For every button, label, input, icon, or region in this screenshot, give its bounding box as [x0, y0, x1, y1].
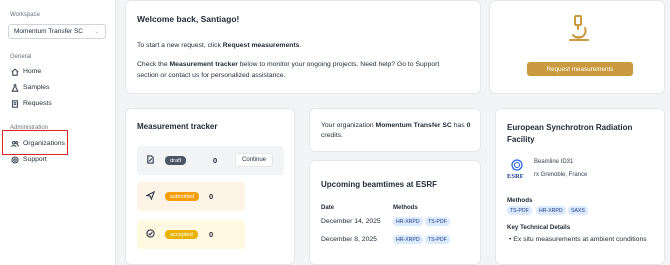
esrf-logo: ESRF: [507, 158, 527, 180]
beamtimes-card: Upcoming beamtimes at ESRF Date Methods …: [309, 160, 481, 265]
sidebar-item-requests[interactable]: Requests: [8, 97, 108, 110]
request-card: Request measurements: [489, 0, 665, 94]
workspace-value: Momentum Transfer SC: [14, 28, 83, 35]
technical-details-heading: Key Technical Details: [507, 224, 571, 231]
method-pill: SAXS: [568, 206, 588, 215]
welcome-card: Welcome back, Santiago! To start a new r…: [125, 0, 481, 94]
status-count: 0: [209, 192, 214, 201]
facility-title: European Synchrotron Radiation Facility: [507, 123, 633, 144]
tracker-title: Measurement tracker: [137, 122, 218, 131]
status-count: 0: [209, 230, 214, 239]
welcome-line-3: section or contact us for personalized a…: [137, 72, 286, 79]
welcome-line-1: To start a new request, click Request me…: [137, 42, 302, 49]
measurement-tracker-card: Measurement tracker draft 0 Continue sub…: [125, 108, 295, 265]
section-label-general: General: [10, 54, 32, 60]
status-row-submitted: submitted 0: [137, 182, 245, 211]
method-pill: HR-XRPD: [393, 235, 423, 244]
document-icon: [12, 99, 18, 108]
credits-card: Your organization Momentum Transfer SC h…: [309, 108, 481, 152]
sidebar-item-label: Support: [23, 156, 47, 163]
microscope-icon: [569, 15, 589, 41]
highlight-box: [2, 130, 68, 155]
sidebar-item-label: Samples: [23, 84, 50, 91]
beamtime-date: December 8, 2025: [321, 236, 377, 243]
status-badge: draft: [165, 156, 187, 165]
technical-detail-item: • Ex situ measurements at ambient condit…: [509, 236, 647, 243]
send-icon: [146, 191, 155, 200]
home-icon: [11, 68, 19, 76]
method-pill: HR-XRPD: [536, 206, 566, 215]
credits-text: Your organization Momentum Transfer SC h…: [321, 122, 471, 139]
methods-heading: Methods: [507, 197, 533, 204]
request-measurements-button[interactable]: Request measurements: [527, 62, 633, 76]
chevron-down-icon: ⌄: [93, 29, 99, 35]
method-pill: TS-PDF: [507, 206, 532, 215]
status-row-draft: draft 0 Continue: [137, 146, 284, 175]
flask-icon: [11, 83, 19, 92]
sidebar-item-home[interactable]: Home: [8, 65, 108, 78]
workspace-select[interactable]: Momentum Transfer SC ⌄: [8, 24, 106, 39]
beamline-label: Beamline ID31: [534, 159, 574, 165]
workspace-label: Workspace: [10, 12, 40, 18]
logo-text: ESRF: [507, 173, 524, 180]
column-header-methods: Methods: [393, 205, 418, 211]
facility-card: European Synchrotron Radiation Facility …: [495, 108, 665, 265]
method-pill: TS-PDF: [425, 217, 450, 226]
method-pill: TS-PDF: [425, 235, 450, 244]
lifebuoy-icon: [11, 155, 19, 164]
sidebar-item-label: Requests: [23, 100, 52, 107]
beamtime-date: December 14, 2025: [321, 218, 381, 225]
edit-document-icon: [147, 155, 154, 164]
column-header-date: Date: [321, 205, 335, 211]
check-circle-icon: [146, 229, 155, 238]
beamtimes-title: Upcoming beamtimes at ESRF: [321, 180, 438, 189]
status-badge: accepted: [165, 230, 198, 239]
sidebar-item-label: Home: [23, 68, 42, 75]
status-row-accepted: accepted 0: [137, 220, 245, 249]
status-badge: submitted: [165, 192, 200, 201]
welcome-title: Welcome back, Santiago!: [137, 14, 240, 24]
status-count: 0: [213, 156, 218, 165]
welcome-line-2: Check the Measurement tracker below to m…: [137, 61, 440, 68]
location-label: rx Grenoble, France: [534, 172, 588, 178]
sidebar-item-samples[interactable]: Samples: [8, 81, 108, 94]
method-pill: HR-XRPD: [393, 217, 423, 226]
continue-button[interactable]: Continue: [235, 153, 273, 167]
